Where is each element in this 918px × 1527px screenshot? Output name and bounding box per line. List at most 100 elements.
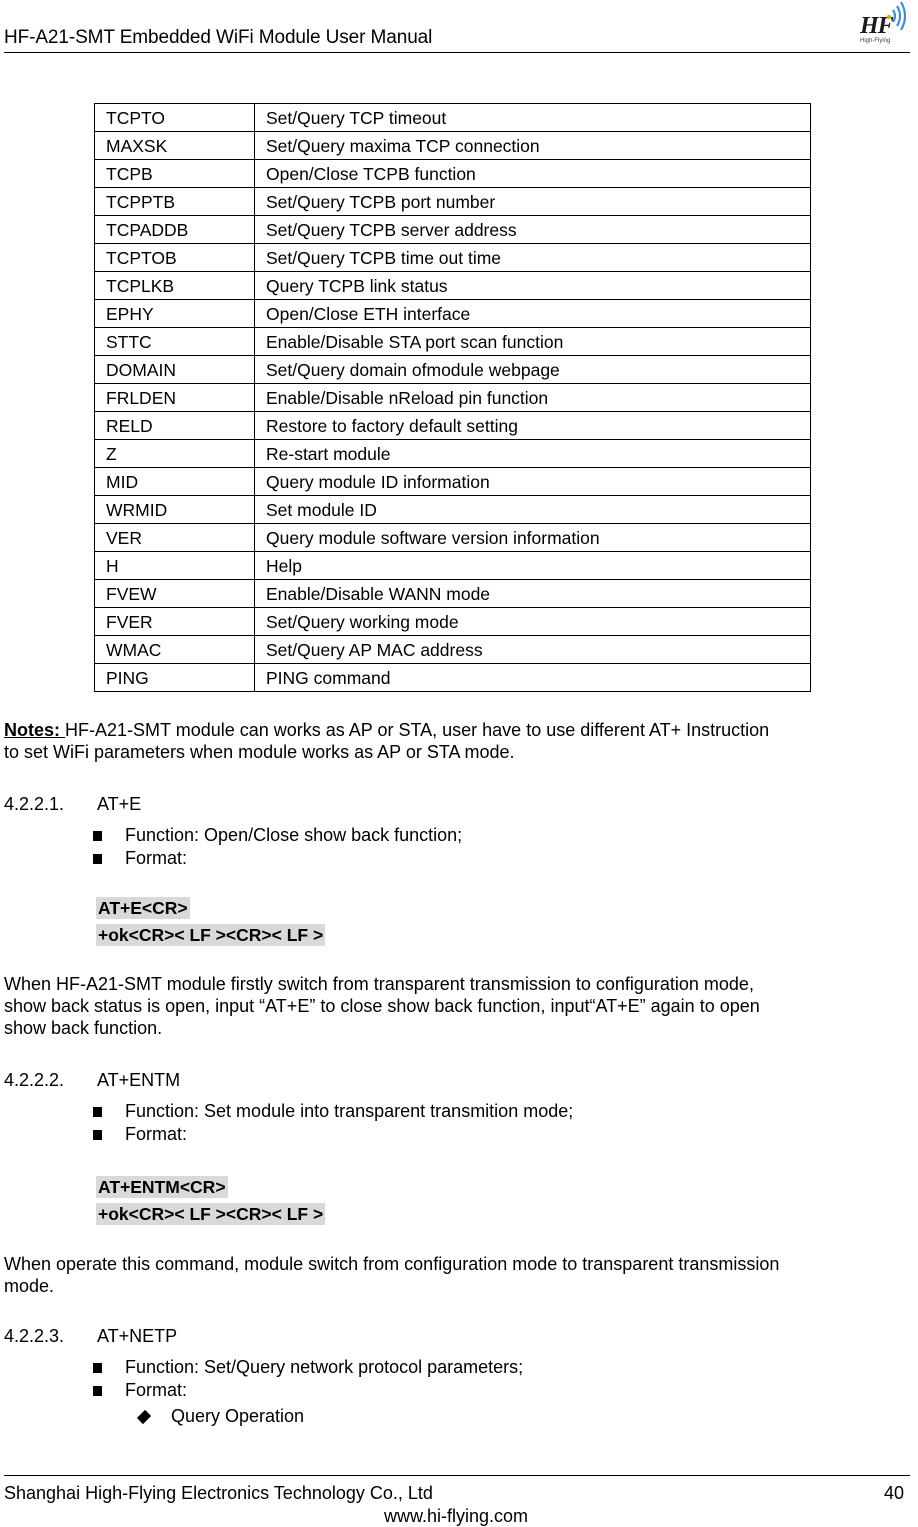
command-name-cell: MAXSK (94, 131, 255, 160)
command-name-cell: Z (94, 439, 255, 468)
table-row: FRLDEN Enable/Disable nReload pin functio… (94, 383, 811, 412)
command-description-cell: Set/Query domain ofmodule webpage (254, 355, 811, 384)
bullet-text: Function: Open/Close show back function; (125, 825, 463, 845)
code-response: +ok<CR>< LF ><CR>< LF > (96, 1203, 326, 1225)
bullet-item: Function: Set/Query network protocol par… (93, 1357, 523, 1378)
command-description-cell: Enable/Disable nReload pin function (254, 383, 811, 412)
table-row: EPHY Open/Close ETH interface (94, 299, 811, 328)
command-description-cell: Set module ID (254, 495, 811, 524)
table-row: H Help (94, 551, 811, 580)
table-row: MID Query module ID information (94, 467, 811, 496)
command-name-cell: TCPTO (94, 103, 255, 132)
section-number: 4.2.2.1. (4, 794, 65, 814)
section-number: 4.2.2.3. (4, 1326, 65, 1346)
command-description-cell: Set/Query maxima TCP connection (254, 131, 811, 160)
section-title: AT+ENTM (97, 1070, 181, 1090)
code-response: +ok<CR>< LF ><CR>< LF > (96, 924, 326, 946)
table-row: RELD Restore to factory default setting (94, 411, 811, 440)
notes-label: Notes: (4, 720, 66, 740)
description-line: mode. (4, 1276, 55, 1296)
logo-subtext: High-Flying (860, 38, 891, 44)
footer-company: Shanghai High-Flying Electronics Technol… (4, 1483, 433, 1503)
table-row: WMAC Set/Query AP MAC address (94, 635, 811, 664)
section-heading-at-netp: 4.2.2.3. AT+NETP (4, 1326, 177, 1347)
section-number: 4.2.2.2. (4, 1070, 65, 1090)
section-description: When HF-A21-SMT module firstly switch fr… (4, 973, 904, 1039)
command-description-cell: Enable/Disable WANN mode (254, 579, 811, 608)
command-description-cell: Open/Close ETH interface (254, 299, 811, 328)
company-logo: HF High-Flying (852, 0, 910, 50)
table-row: PING PING command (94, 663, 811, 692)
bullet-text: Format: (125, 848, 188, 868)
description-line: When HF-A21-SMT module firstly switch fr… (4, 974, 754, 994)
command-description-cell: Open/Close TCPB function (254, 159, 811, 188)
square-bullet-icon (93, 830, 102, 841)
wifi-waves-icon (886, 1, 907, 30)
command-description-cell: Set/Query TCP timeout (254, 103, 811, 132)
bullet-text: Function: Set/Query network protocol par… (125, 1357, 524, 1377)
code-command: AT+ENTM<CR> (96, 1176, 228, 1198)
notes-text-line2: to set WiFi parameters when module works… (4, 742, 515, 762)
section-title: AT+NETP (97, 1326, 178, 1346)
command-name-cell: MID (94, 467, 255, 496)
footer-url: www.hi-flying.com (383, 1506, 529, 1526)
square-bullet-icon (93, 1385, 102, 1396)
square-bullet-icon (93, 1106, 102, 1117)
bullet-item: Function: Set module into transparent tr… (93, 1101, 573, 1122)
command-name-cell: FVER (94, 607, 255, 636)
command-description-cell: Re-start module (254, 439, 811, 468)
command-name-cell: TCPTOB (94, 243, 255, 272)
table-row: TCPLKB Query TCPB link status (94, 271, 811, 300)
table-row: FVER Set/Query working mode (94, 607, 811, 636)
command-description-cell: Query module ID information (254, 467, 811, 496)
section-description: When operate this command, module switch… (4, 1253, 904, 1297)
section-heading-at-e: 4.2.2.1. AT+E (4, 794, 141, 815)
table-row: DOMAIN Set/Query domain ofmodule webpage (94, 355, 811, 384)
notes-paragraph: Notes: HF-A21-SMT module can works as AP… (4, 719, 904, 763)
command-description-cell: Query TCPB link status (254, 271, 811, 300)
section-heading-at-entm: 4.2.2.2. AT+ENTM (4, 1070, 180, 1091)
page-header: HF-A21-SMT Embedded WiFi Module User Man… (4, 0, 910, 53)
bullet-item: Format: (93, 848, 187, 869)
command-description-cell: Set/Query TCPB port number (254, 187, 811, 216)
sub-bullet-item: Query Operation (136, 1406, 305, 1427)
command-name-cell: TCPPTB (94, 187, 255, 216)
command-description-cell: Set/Query working mode (254, 607, 811, 636)
command-name-cell: EPHY (94, 299, 255, 328)
command-name-cell: FVEW (94, 579, 255, 608)
command-name-cell: WMAC (94, 635, 255, 664)
command-name-cell: TCPLKB (94, 271, 255, 300)
table-row: TCPB Open/Close TCPB function (94, 159, 811, 188)
command-name-cell: RELD (94, 411, 255, 440)
section-title: AT+E (97, 794, 142, 814)
command-description-cell: Set/Query TCPB server address (254, 215, 811, 244)
description-line: show back function. (4, 1018, 163, 1038)
command-name-cell: DOMAIN (94, 355, 255, 384)
bullet-item: Format: (93, 1380, 187, 1401)
command-description-cell: Enable/Disable STA port scan function (254, 327, 811, 356)
table-row: FVEW Enable/Disable WANN mode (94, 579, 811, 608)
bullet-text: Function: Set module into transparent tr… (125, 1101, 574, 1121)
code-command: AT+E<CR> (96, 897, 190, 919)
command-description-cell: Set/Query TCPB time out time (254, 243, 811, 272)
table-row: VER Query module software version informa… (94, 523, 811, 552)
document-title: HF-A21-SMT Embedded WiFi Module User Man… (4, 27, 433, 48)
command-name-cell: TCPB (94, 159, 255, 188)
command-name-cell: TCPADDB (94, 215, 255, 244)
table-row: WRMID Set module ID (94, 495, 811, 524)
description-line: When operate this command, module switch… (4, 1254, 780, 1274)
table-row: MAXSK Set/Query maxima TCP connection (94, 131, 811, 160)
command-name-cell: WRMID (94, 495, 255, 524)
description-line: show back status is open, input “AT+E” t… (4, 996, 760, 1016)
table-row: Z Re-start module (94, 439, 811, 468)
table-row: STTC Enable/Disable STA port scan functio… (94, 327, 811, 356)
sub-bullet-text: Query Operation (171, 1406, 305, 1426)
square-bullet-icon (93, 1129, 102, 1140)
table-row: TCPPTB Set/Query TCPB port number (94, 187, 811, 216)
table-row: TCPTOB Set/Query TCPB time out time (94, 243, 811, 272)
square-bullet-icon (93, 1362, 102, 1373)
command-name-cell: STTC (94, 327, 255, 356)
command-description-cell: Query module software version informatio… (254, 523, 811, 552)
notes-text-line1: HF-A21-SMT module can works as AP or STA… (65, 720, 770, 740)
page-number: 40 (883, 1483, 904, 1503)
